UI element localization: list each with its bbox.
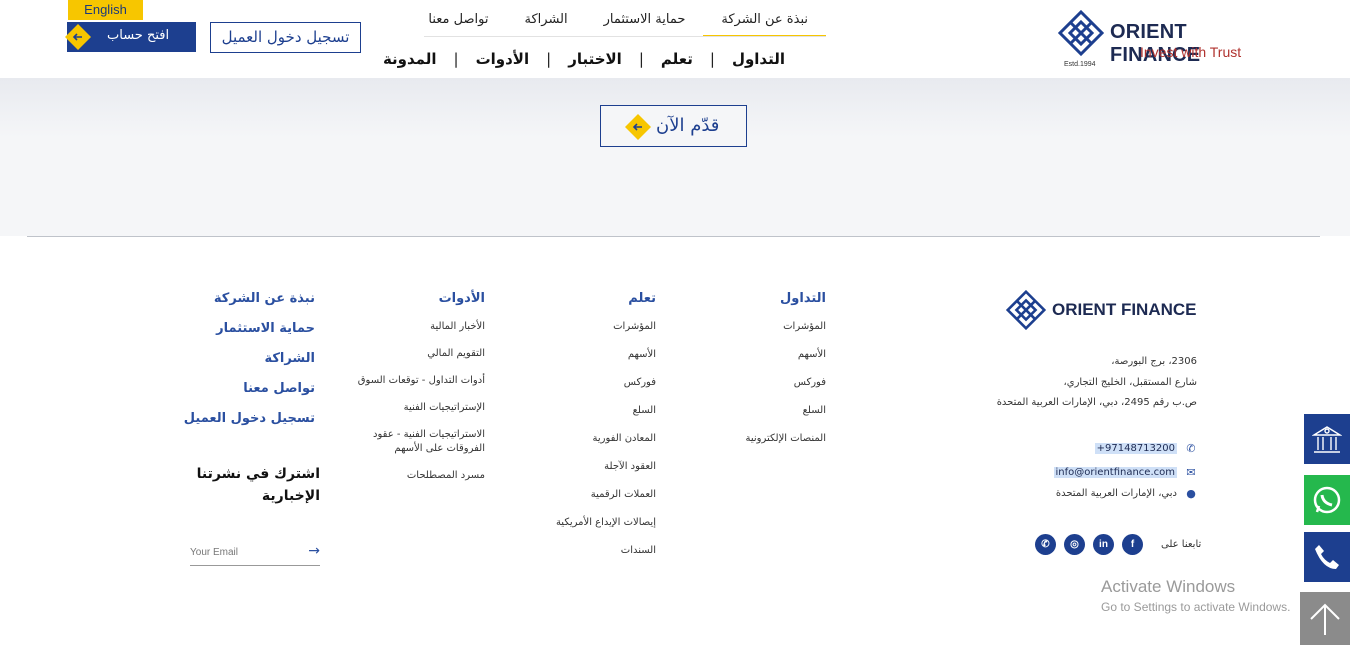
follow-us-label: تابعنا على: [1161, 539, 1202, 550]
client-login-button[interactable]: تسجيل دخول العميل: [210, 22, 361, 53]
linkedin-icon[interactable]: in: [1093, 534, 1114, 555]
footer-link[interactable]: الأسهم: [706, 348, 826, 362]
footer-link[interactable]: التقويم المالي: [350, 347, 485, 361]
nav-test[interactable]: الاختبار: [551, 50, 639, 68]
scroll-to-top-button[interactable]: [1300, 592, 1350, 645]
footer-col-company: نبذة عن الشركة حماية الاستثمار الشراكة ت…: [155, 291, 315, 441]
footer-link[interactable]: أدوات التداول - توقعات السوق: [350, 374, 485, 388]
footer-col-trading: التداول المؤشرات الأسهم فوركس السلع المن…: [706, 291, 826, 460]
footer-col-title[interactable]: الأدوات: [350, 291, 485, 306]
footer-link[interactable]: العملات الرقمية: [516, 488, 656, 502]
footer-link[interactable]: المنصات الإلكترونية: [706, 432, 826, 446]
footer-col-tools: الأدوات الأخبار المالية التقويم المالي أ…: [350, 291, 485, 496]
bank-icon: [1312, 426, 1342, 453]
footer-link[interactable]: المعادن الفورية: [516, 432, 656, 446]
footer-link[interactable]: مسرد المصطلحات: [350, 469, 485, 483]
arrow-right-icon[interactable]: →: [308, 543, 320, 559]
nav-partnership[interactable]: الشراكة: [507, 12, 586, 37]
footer-col-title[interactable]: التداول: [706, 291, 826, 306]
hero-section: قدّم الآن: [0, 78, 1350, 236]
footer-link[interactable]: السلع: [706, 404, 826, 418]
address-line: 2306، برج البورصة،: [1111, 356, 1197, 367]
arrow-up-icon: [1310, 603, 1340, 635]
nav-tools[interactable]: الأدوات: [459, 50, 547, 68]
watermark-line2: Go to Settings to activate Windows.: [1101, 600, 1291, 614]
footer-logo[interactable]: ORIENT FINANCE: [1005, 289, 1206, 331]
open-account-button[interactable]: افتح حساب: [65, 22, 196, 52]
footer-link[interactable]: السلع: [516, 404, 656, 418]
watermark-line1: Activate Windows: [1101, 577, 1236, 596]
contact-phone[interactable]: ✆ +97148713200: [1094, 442, 1197, 455]
footer-link[interactable]: إيصالات الإيداع الأمريكية: [516, 516, 656, 530]
apply-now-button[interactable]: قدّم الآن: [600, 105, 747, 147]
logo-diamond-icon: [1005, 289, 1047, 331]
footer-link[interactable]: فوركس: [516, 376, 656, 390]
nav-investment-protection[interactable]: حماية الاستثمار: [586, 12, 704, 37]
footer-link[interactable]: العقود الآجلة: [516, 460, 656, 474]
address-block: 2306، برج البورصة، شارع المستقبل، الخليج…: [997, 352, 1197, 414]
arrow-left-icon: [625, 114, 651, 140]
language-switch-button[interactable]: English: [68, 0, 143, 20]
whatsapp-icon[interactable]: ✆: [1035, 534, 1056, 555]
footer-logo-brand: ORIENT FINANCE: [1052, 300, 1197, 319]
nav-learn[interactable]: تعلم: [644, 50, 710, 68]
site-header: English افتح حساب تسجيل دخول العميل نبذة…: [0, 0, 1350, 78]
logo-established: Estd.1994: [1064, 61, 1096, 68]
top-nav: نبذة عن الشركة حماية الاستثمار الشراكة ت…: [410, 12, 826, 37]
footer-link[interactable]: الاستراتيجيات الفنية - عقود الفروقات على…: [350, 428, 485, 456]
newsletter-email-input[interactable]: [190, 542, 290, 562]
apply-now-label: قدّم الآن: [656, 115, 720, 136]
footer-link[interactable]: السندات: [516, 544, 656, 558]
phone-icon: [1315, 545, 1339, 569]
footer-company-link[interactable]: حماية الاستثمار: [155, 321, 315, 336]
phone-number[interactable]: +97148713200: [1094, 443, 1177, 454]
nav-divider: [424, 36, 826, 37]
footer-company-link[interactable]: تواصل معنا: [155, 381, 315, 396]
newsletter-title: اشترك في نشرتنا الإخبارية: [196, 466, 320, 504]
footer-divider: [27, 236, 1320, 237]
location-text: دبي، الإمارات العربية المتحدة: [1055, 488, 1177, 499]
phone-float-button[interactable]: [1304, 532, 1350, 582]
instagram-icon[interactable]: ◎: [1064, 534, 1085, 555]
logo-tagline: Invest with Trust: [1140, 44, 1242, 60]
nav-contact[interactable]: تواصل معنا: [410, 12, 506, 37]
footer-link[interactable]: المؤشرات: [706, 320, 826, 334]
nav-trading[interactable]: التداول: [715, 50, 802, 68]
email-address[interactable]: info@orientfinance.com: [1053, 467, 1177, 478]
newsletter-form: →: [190, 540, 320, 566]
phone-icon: ✆: [1186, 442, 1196, 455]
windows-activation-watermark: Activate Windows Go to Settings to activ…: [1101, 577, 1290, 614]
footer-link[interactable]: المؤشرات: [516, 320, 656, 334]
footer-link[interactable]: الأخبار المالية: [350, 320, 485, 334]
footer-company-link[interactable]: الشراكة: [155, 351, 315, 366]
main-nav: التداول | تعلم | الاختبار | الأدوات | ال…: [366, 50, 802, 68]
nav-blog[interactable]: المدونة: [366, 50, 454, 68]
address-line: شارع المستقبل، الخليج التجاري،: [1063, 376, 1197, 388]
footer-company-link[interactable]: تسجيل دخول العميل: [155, 411, 315, 426]
bank-float-button[interactable]: [1304, 414, 1350, 464]
contact-location: ● دبي، الإمارات العربية المتحدة: [1056, 487, 1197, 500]
social-links: ✆ ◎ in f تابعنا على: [1035, 534, 1201, 555]
footer-link[interactable]: فوركس: [706, 376, 826, 390]
arrow-left-icon: [65, 24, 91, 50]
facebook-icon[interactable]: f: [1122, 534, 1143, 555]
address-line: ص.ب رقم 2495، دبي، الإمارات العربية المت…: [996, 397, 1197, 408]
whatsapp-icon: [1313, 486, 1341, 514]
mail-icon: ✉: [1186, 466, 1196, 479]
footer-link[interactable]: الأسهم: [516, 348, 656, 362]
footer-company-link[interactable]: نبذة عن الشركة: [155, 291, 315, 306]
footer-col-title[interactable]: تعلم: [516, 291, 656, 306]
footer-col-learn: تعلم المؤشرات الأسهم فوركس السلع المعادن…: [516, 291, 656, 572]
site-logo[interactable]: ORIENT FINANCE Invest with Trust Estd.19…: [1058, 10, 1280, 70]
contact-email[interactable]: ✉ info@orientfinance.com: [1053, 466, 1197, 479]
location-pin-icon: ●: [1186, 487, 1196, 500]
open-account-label: افتح حساب: [107, 28, 170, 43]
logo-diamond-icon: [1058, 10, 1104, 57]
footer-link[interactable]: الإستراتيجيات الفنية: [350, 401, 485, 415]
nav-about[interactable]: نبذة عن الشركة: [703, 12, 826, 37]
whatsapp-float-button[interactable]: [1304, 475, 1350, 525]
